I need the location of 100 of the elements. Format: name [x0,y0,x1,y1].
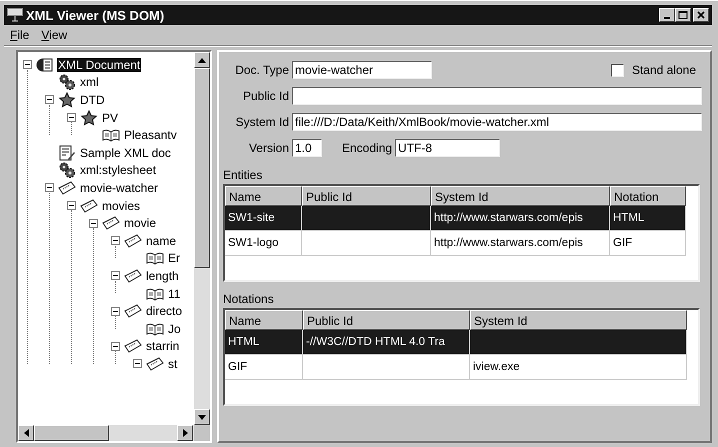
tree-item[interactable]: movies [101,198,142,213]
minimize-icon [664,17,670,19]
up-arrow-icon [198,58,206,62]
column-header[interactable]: Public Id [302,186,431,206]
column-header[interactable]: Notation [610,186,686,206]
menu-item[interactable]: File [10,28,30,42]
column-header[interactable]: System Id [470,310,687,330]
minimize-button[interactable] [659,8,675,22]
expand-toggle[interactable] [23,60,32,70]
table-row[interactable]: GIF iview.exe [225,355,687,380]
vertical-scrollbar[interactable] [194,52,210,425]
field-label: Version [248,141,290,155]
scroll-thumb[interactable] [34,425,109,441]
system-id-field[interactable]: file:///D:/Data/Keith/XmlBook/movie-watcher.xml [292,113,702,131]
book-icon [146,286,164,302]
tree-item[interactable]: PV [101,110,120,125]
field-label: System Id [234,115,290,129]
tag-icon [102,215,120,232]
expand-toggle[interactable] [111,271,120,280]
expand-toggle[interactable] [67,113,76,122]
tree-item[interactable]: st [167,356,178,371]
tree-item[interactable]: Sample XML doc [79,146,172,160]
checkbox[interactable] [610,64,624,76]
table-cell: -//W3C//DTD HTML 4.0 Tra [303,330,470,354]
tag-icon [124,338,142,354]
expand-toggle[interactable] [111,342,120,351]
table-row[interactable]: HTML -//W3C//DTD HTML 4.0 Tra [225,330,687,355]
star-icon [80,110,98,126]
tree-item[interactable]: directo [145,304,184,318]
public-id-field[interactable] [292,87,702,105]
tree-item[interactable]: name [145,234,178,248]
maximize-button[interactable] [675,8,691,22]
field-label: Public Id [242,89,290,103]
section-label: Notations [223,292,274,306]
table-row[interactable]: SW1-logo http://www.starwars.com/epis GIF [225,231,686,256]
column-header[interactable]: Name [225,310,303,330]
left-arrow-icon [24,429,28,437]
right-arrow-icon [182,429,188,437]
tree-item[interactable]: movie-watcher [79,180,160,195]
expand-toggle[interactable] [111,236,120,246]
table-cell: iview.exe [470,355,687,379]
book-icon [102,127,120,144]
tree-item[interactable]: Pleasantv [123,128,178,142]
scroll-left-button[interactable] [18,425,34,441]
tag-icon [58,180,76,196]
table-cell: SW1-logo [225,231,302,255]
tag-icon [146,356,164,372]
expand-toggle[interactable] [45,183,54,192]
close-icon [696,10,706,20]
table-cell: GIF [225,355,303,379]
table-cell: GIF [610,231,686,255]
expand-toggle[interactable] [133,359,142,368]
tree-item[interactable]: 11 [167,286,182,301]
doc-type-field[interactable]: movie-watcher [292,61,432,79]
section-label: Entities [223,168,262,182]
tag-icon [124,232,142,249]
horizontal-scrollbar[interactable] [18,425,210,441]
table-cell: http://www.starwars.com/epis [431,231,610,255]
close-button[interactable] [693,8,709,22]
column-header[interactable]: Public Id [303,310,470,330]
expand-toggle[interactable] [67,201,76,210]
tree-item[interactable]: DTD [79,92,106,107]
scroll-up-button[interactable] [194,52,210,68]
maximize-icon [678,10,688,20]
column-header[interactable]: Name [225,186,302,206]
field-label: Doc. Type [234,63,290,77]
tree-item[interactable]: xml [79,75,100,90]
expand-toggle[interactable] [111,306,120,316]
encoding-field[interactable]: UTF-8 [395,139,500,157]
tree-item[interactable]: length [145,268,180,283]
scroll-down-button[interactable] [194,409,210,425]
tree-item[interactable]: Jo [167,322,182,336]
tree-item[interactable]: XML Document [57,58,142,72]
field-label: Encoding [341,141,394,155]
page-pen-icon [58,144,76,161]
tree-item[interactable]: starrin [145,339,180,354]
table-cell: SW1-site [225,206,302,230]
tree-item[interactable]: xml:stylesheet [79,163,158,178]
table-row[interactable]: SW1-site http://www.starwars.com/epis HTML [225,206,686,231]
expand-toggle[interactable] [45,95,54,104]
book-icon [146,320,164,337]
expand-toggle[interactable] [89,218,98,228]
gears-icon [58,162,76,178]
tag-icon [124,303,142,320]
scroll-right-button[interactable] [177,425,193,441]
version-field[interactable]: 1.0 [292,139,322,157]
table-cell: HTML [225,330,303,354]
scrollbar-corner [194,425,210,441]
app-icon [7,8,23,22]
tree-item[interactable]: Er [167,251,181,266]
menu-item[interactable]: View [41,28,68,42]
column-header[interactable]: System Id [431,186,610,206]
window-title: XML Viewer (MS DOM) [26,8,164,22]
tag-icon [80,198,98,214]
document-icon [36,56,54,73]
checkbox-label: Stand alone [632,63,696,77]
scroll-thumb[interactable] [194,68,210,268]
tree-item[interactable]: movie [123,216,158,230]
star-icon [58,92,76,108]
table-cell: HTML [610,206,686,230]
